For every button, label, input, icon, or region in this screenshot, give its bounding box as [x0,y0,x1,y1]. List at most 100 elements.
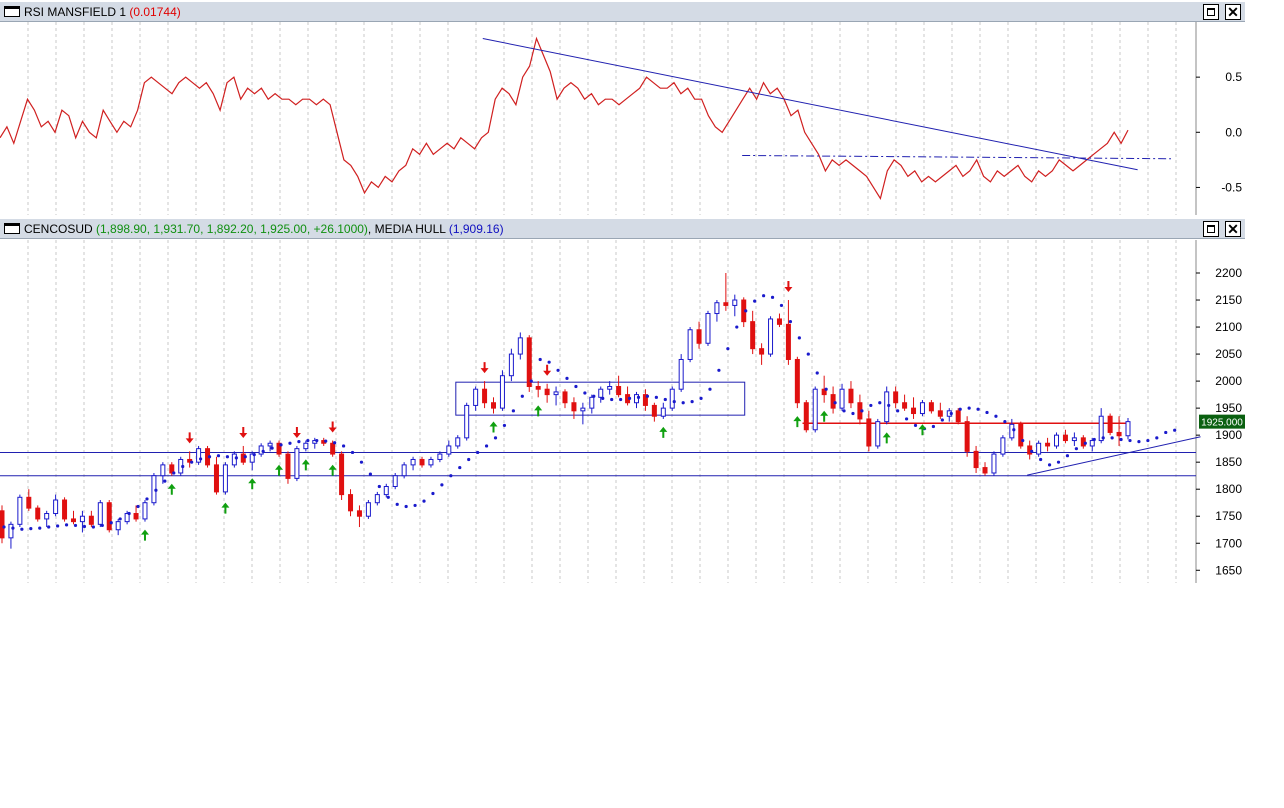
hull-ma-point [502,423,507,428]
hull-ma-point [779,303,784,308]
y-tick-label: 0.0 [1225,125,1242,139]
candle-body [374,494,380,504]
hull-ma-point [842,409,846,413]
hull-ma-point [118,517,122,521]
candle-body [544,388,550,396]
hull-ma-point [449,474,453,478]
hull-ma-point [1065,454,1070,458]
candle-body [330,442,336,455]
candle-body [428,458,434,466]
hull-ma-point [1128,438,1132,443]
candle-body [213,464,219,493]
hull-ma-point [440,483,444,487]
rsi-line [0,36,1129,201]
candle-body [982,467,988,474]
hull-ma-point [636,395,641,399]
up-arrow-icon [140,529,149,541]
hull-ma-point [1119,437,1123,442]
candle-body [687,329,693,360]
window-icon [4,6,20,17]
candle-body [598,388,604,398]
up-arrow-icon [275,464,284,476]
hull-ma-point [172,471,176,475]
y-tick-label: 2200 [1215,266,1242,280]
candle-body [160,464,166,477]
hull-ma-point [976,407,980,411]
hull-ma-point [1039,457,1043,462]
up-arrow-icon [489,421,498,433]
close-icon[interactable]: ✕ [1225,221,1241,237]
indicator-value: (1,909.16) [448,222,504,236]
y-tick-label: 1850 [1215,455,1242,469]
hull-ma-point [654,395,658,399]
hull-ma-point [1155,436,1159,440]
hull-ma-point [967,406,971,410]
y-tick-label: 1700 [1215,536,1242,550]
hull-ma-point [717,368,721,372]
candle-body [1107,415,1113,433]
indicator-label: MEDIA HULL [374,222,446,236]
candle-body [473,388,479,406]
hull-ma-point [82,524,87,529]
hull-ma-point [547,360,551,364]
candle-body [401,464,407,477]
down-arrow-icon [292,426,301,438]
last-price-label: 1925.000 [1201,418,1243,429]
hull-ma-point [940,418,944,422]
y-tick-label: 2150 [1215,293,1242,307]
candle-body [348,494,354,512]
hull-ma-point [878,401,882,405]
rsi-trendline [742,154,1172,160]
hull-ma-point [904,417,909,421]
close-icon[interactable]: ✕ [1225,4,1241,20]
candle-body [482,388,488,404]
candle-body [455,437,461,447]
candle-body [35,507,41,520]
hull-ma-point [315,438,319,443]
y-tick-label: 2100 [1215,320,1242,334]
symbol-label: CENCOSUD [24,222,93,236]
candle-body [580,407,586,412]
hull-ma-point [422,499,426,503]
hull-ma-point [181,464,185,469]
hull-ma-point [38,526,42,530]
hull-ma-point [145,497,149,501]
rsi-pane-header: RSI MANSFIELD 1 (0.01744) ✕ [0,2,1245,22]
hull-ma-point [431,491,435,496]
candle-body [794,358,800,404]
candle-body [499,375,505,409]
y-tick-label: 1800 [1215,482,1242,496]
hull-ma-point [47,525,51,529]
y-tick-label: 1650 [1215,563,1242,577]
support-trendline [1027,436,1201,476]
hull-ma-point [386,495,390,499]
hull-ma-point [690,400,694,404]
candle-body [267,442,273,447]
hull-ma-point [1164,430,1168,435]
hull-ma-point [770,295,775,299]
hull-ma-point [1092,437,1096,442]
hull-ma-point [663,397,667,402]
candle-body [88,515,94,525]
candle-body [893,391,899,404]
maximize-icon[interactable] [1203,221,1219,237]
hull-ma-point [368,472,372,476]
hull-ma-point [699,396,703,400]
hull-ma-point [484,444,489,448]
hull-ma-point [735,325,739,329]
rsi-title-label: RSI MANSFIELD 1 [24,5,127,19]
candle-body [437,453,443,460]
hull-ma-point [672,400,676,404]
hull-ma-point [404,504,408,509]
hull-ma-point [270,446,274,450]
hull-ma-point [1003,420,1007,424]
hull-ma-point [896,409,900,413]
down-arrow-icon [185,432,194,444]
up-arrow-icon [882,432,891,444]
candle-body [526,337,532,388]
hull-ma-point [949,411,953,416]
candle-body [339,453,345,496]
down-arrow-icon [328,421,337,433]
candle-body [785,323,791,360]
maximize-icon[interactable] [1203,4,1219,20]
